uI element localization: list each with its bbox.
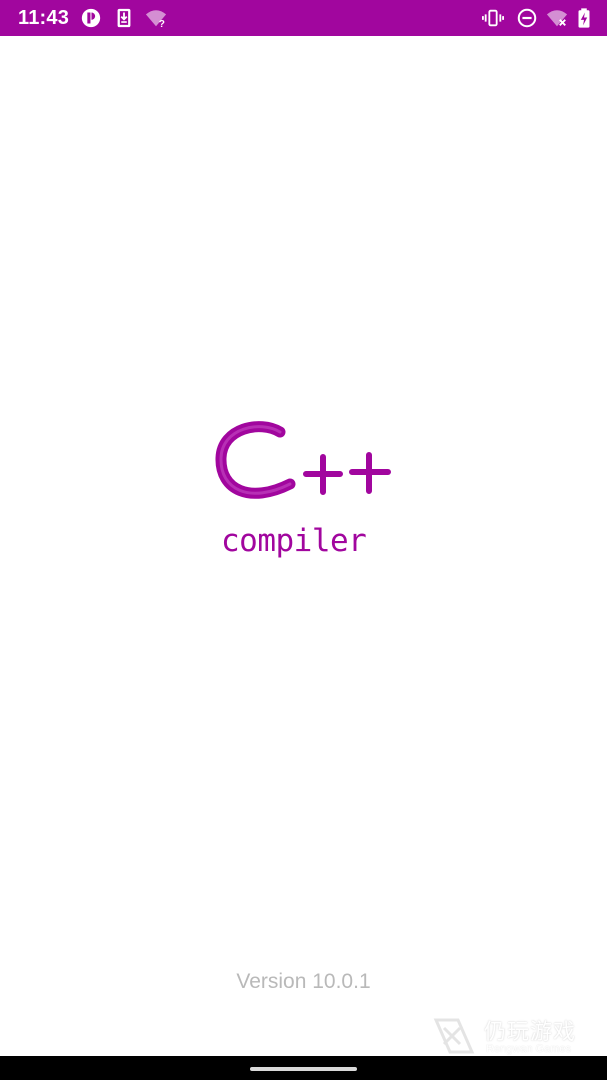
battery-charging-icon	[573, 7, 595, 29]
data-saver-icon	[80, 7, 102, 29]
home-gesture-handle[interactable]	[250, 1067, 357, 1071]
do-not-disturb-icon	[516, 7, 538, 29]
watermark-title: 仍玩游戏	[484, 1020, 577, 1045]
app-logo: compiler	[210, 418, 400, 578]
status-time: 11:43	[18, 7, 70, 29]
watermark: 仍玩游戏 Rengwan Games	[432, 1012, 592, 1058]
watermark-subtitle: Rengwan Games	[486, 1043, 571, 1055]
navigation-bar	[0, 1056, 607, 1080]
svg-text:?: ?	[159, 19, 165, 29]
download-notification-icon	[113, 7, 135, 29]
vibrate-icon	[482, 7, 504, 29]
watermark-logo-icon	[433, 1018, 475, 1054]
version-label: Version 10.0.1	[236, 970, 371, 993]
status-bar: 11:43 ?	[0, 0, 607, 36]
logo-cpp-mark	[215, 421, 391, 499]
wifi-off-icon	[546, 7, 568, 29]
wifi-question-icon: ?	[145, 7, 167, 29]
logo-subtitle: compiler	[221, 523, 366, 559]
